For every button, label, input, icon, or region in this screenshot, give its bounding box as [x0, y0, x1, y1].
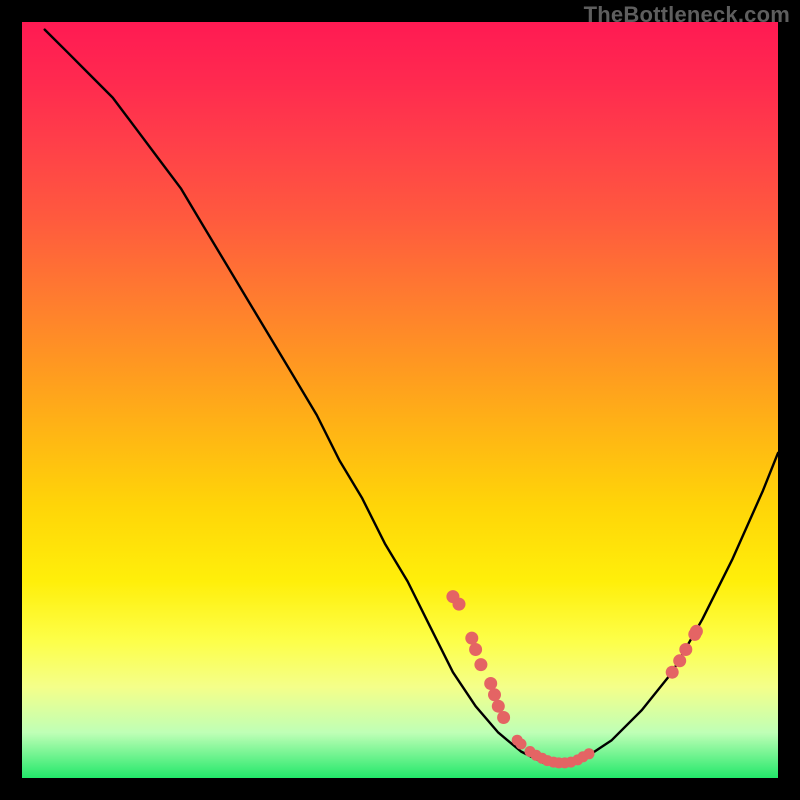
data-marker	[673, 654, 686, 667]
plot-svg	[22, 22, 778, 778]
data-marker	[679, 643, 692, 656]
data-marker	[666, 666, 679, 679]
attribution-text: TheBottleneck.com	[584, 2, 790, 28]
data-marker	[690, 625, 703, 638]
data-marker	[484, 677, 497, 690]
bottleneck-curve	[45, 30, 778, 763]
data-marker	[516, 739, 527, 750]
marker-layer	[446, 590, 703, 768]
data-marker	[488, 688, 501, 701]
data-marker	[465, 632, 478, 645]
gradient-plot-area	[22, 22, 778, 778]
data-marker	[453, 598, 466, 611]
data-marker	[497, 711, 510, 724]
data-marker	[584, 748, 595, 759]
data-marker	[492, 700, 505, 713]
data-marker	[469, 643, 482, 656]
data-marker	[474, 658, 487, 671]
